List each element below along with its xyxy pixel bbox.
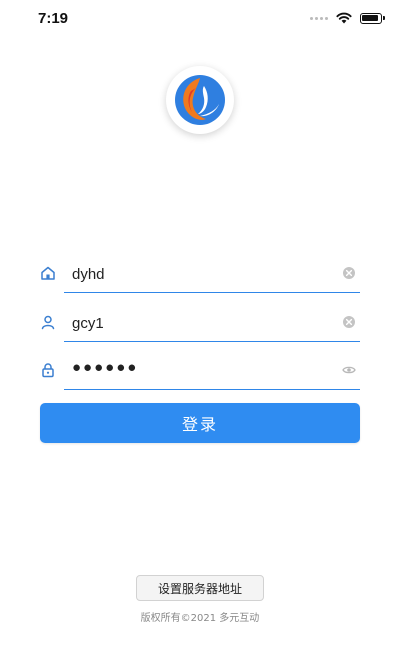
wifi-icon — [336, 12, 352, 24]
battery-icon — [360, 12, 385, 24]
server-settings-button[interactable]: 设置服务器地址 — [136, 575, 264, 601]
clear-icon[interactable] — [342, 315, 356, 329]
password-row: ●●●●●● — [40, 354, 360, 390]
copyright-text: 版权所有©2021 多元互动 — [140, 613, 260, 624]
username-input[interactable] — [72, 311, 322, 335]
username-row — [40, 306, 360, 342]
lock-icon — [42, 363, 54, 378]
server-row — [40, 257, 360, 293]
server-input[interactable] — [72, 262, 322, 286]
eye-icon[interactable] — [342, 363, 356, 377]
home-icon — [41, 266, 55, 280]
username-field — [64, 306, 360, 342]
app-logo-icon — [175, 75, 225, 125]
password-field: ●●●●●● — [64, 354, 360, 390]
clear-icon[interactable] — [342, 266, 356, 280]
login-button[interactable]: 登录 — [40, 403, 360, 443]
status-icons — [310, 12, 385, 24]
password-input[interactable]: ●●●●●● — [72, 359, 322, 383]
server-field — [64, 257, 360, 293]
user-icon — [41, 315, 55, 330]
status-time: 7:19 — [38, 10, 69, 27]
login-screen: 7:19 dyhd gcy1 ●●●●●● 登录 设置服务器地址 版权所有©20… — [0, 0, 400, 660]
status-bar: 7:19 — [0, 0, 400, 40]
app-logo — [166, 66, 234, 134]
signal-dots-icon — [310, 16, 328, 20]
